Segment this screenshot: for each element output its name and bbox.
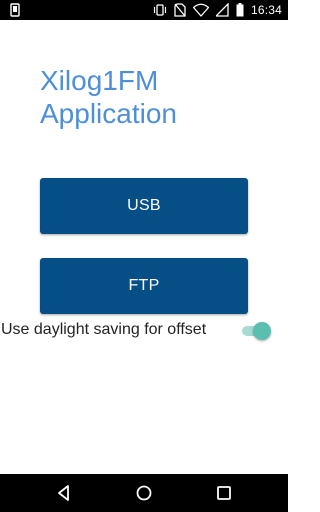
status-bar: 16:34 (0, 0, 288, 20)
status-time: 16:34 (250, 3, 282, 17)
home-icon[interactable] (134, 483, 154, 503)
no-sim-icon (174, 3, 186, 17)
app-title: Xilog1FM Application (40, 65, 177, 129)
signal-icon (215, 3, 229, 17)
usb-button[interactable]: USB (40, 178, 248, 234)
notification-icon (10, 3, 20, 17)
status-icons: 16:34 (153, 0, 282, 20)
daylight-saving-label: Use daylight saving for offset (1, 321, 207, 338)
vibrate-icon (153, 4, 167, 16)
daylight-saving-row: Use daylight saving for offset (0, 319, 288, 343)
toggle-thumb (253, 322, 271, 340)
recent-apps-icon[interactable] (214, 483, 234, 503)
daylight-saving-toggle[interactable] (240, 322, 272, 340)
navigation-bar (0, 474, 288, 512)
battery-icon (236, 3, 244, 17)
ftp-button[interactable]: FTP (40, 258, 248, 314)
wifi-icon (192, 3, 209, 17)
back-icon[interactable] (54, 483, 74, 503)
